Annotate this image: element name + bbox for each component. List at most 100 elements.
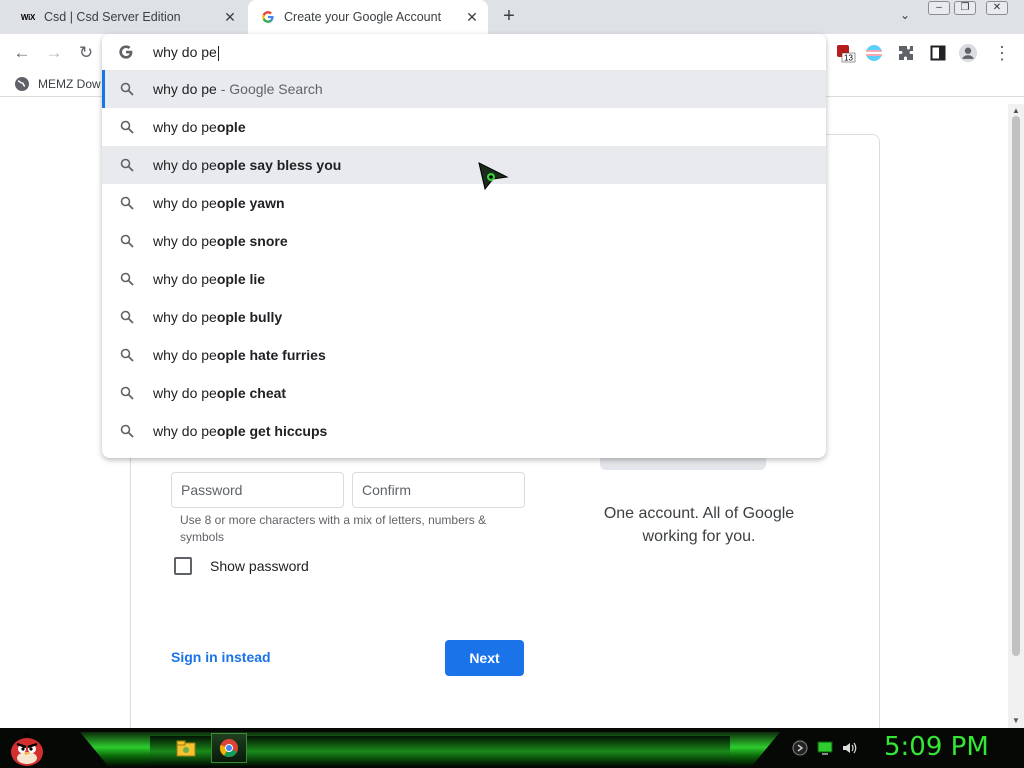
suggestion-completion: ople lie: [216, 271, 266, 287]
suggestion-text: why do people yawn: [153, 195, 285, 211]
search-icon: [120, 310, 134, 324]
side-panel-icon[interactable]: [928, 43, 948, 63]
bookmark-label: MEMZ Dow: [38, 77, 101, 91]
suggestion-item[interactable]: why do people say bless you: [102, 146, 826, 184]
suggestion-completion: ople hate furries: [216, 347, 326, 363]
back-arrow-icon[interactable]: ←: [10, 41, 34, 65]
suggestion-typed: why do pe: [153, 119, 217, 135]
show-password-label: Show password: [210, 558, 309, 574]
suggestion-item[interactable]: why do people snore: [102, 222, 826, 260]
password-hint: Use 8 or more characters with a mix of l…: [180, 513, 487, 544]
close-tab-icon[interactable]: ✕: [462, 7, 482, 27]
minimize-button[interactable]: –: [928, 1, 950, 15]
suggestion-text: why do people cheat: [153, 385, 286, 401]
scrollbar-thumb[interactable]: [1012, 116, 1020, 656]
suggestion-text: why do people: [153, 119, 246, 135]
account-illustration: [600, 458, 766, 470]
profile-avatar-icon[interactable]: [958, 43, 978, 63]
file-explorer-taskbar-button[interactable]: [168, 733, 204, 763]
maximize-button[interactable]: ❐: [954, 1, 976, 15]
svg-text:13: 13: [844, 54, 853, 63]
suggestion-item[interactable]: why do people yawn: [102, 184, 826, 222]
omnibox-input[interactable]: why do pe: [153, 44, 219, 61]
suggestion-text: why do people bully: [153, 309, 282, 325]
tab-title: Create your Google Account: [284, 10, 442, 24]
tray-monitor-icon[interactable]: [817, 740, 833, 756]
google-g-icon: [119, 45, 133, 59]
reload-icon[interactable]: ↻: [74, 41, 98, 65]
close-window-button[interactable]: ✕: [986, 1, 1008, 15]
globe-icon: [15, 77, 29, 91]
suggestion-completion: ople cheat: [216, 385, 287, 401]
suggestion-item[interactable]: why do people cheat: [102, 374, 826, 412]
search-icon: [120, 158, 134, 172]
suggestion-typed: why do pe: [153, 81, 217, 97]
text-caret: [217, 45, 219, 61]
suggestion-typed: why do pe: [153, 233, 217, 249]
suggestion-typed: why do pe: [153, 271, 217, 287]
suggestion-typed: why do pe: [153, 385, 217, 401]
google-favicon-icon: [260, 9, 276, 25]
scroll-down-arrow-icon[interactable]: ▼: [1012, 716, 1020, 725]
omnibox-text: why do pe: [153, 44, 217, 60]
search-icon: [120, 82, 134, 96]
suggestion-text: why do people lie: [153, 271, 265, 287]
tab-search-chevron-icon[interactable]: ⌄: [895, 8, 915, 26]
taskbar-clock[interactable]: 5:09 PM: [884, 732, 989, 762]
suggestion-completion: ople snore: [216, 233, 288, 249]
password-input[interactable]: Password: [171, 472, 344, 508]
suggestion-text: why do pe - Google Search: [153, 81, 323, 97]
suggestion-item[interactable]: why do people lie: [102, 260, 826, 298]
suggestion-item[interactable]: why do people hate furries: [102, 336, 826, 374]
show-password-toggle[interactable]: Show password: [174, 557, 309, 575]
close-tab-icon[interactable]: ✕: [220, 7, 240, 27]
page-scrollbar[interactable]: ▲ ▼: [1008, 104, 1024, 728]
suggestion-completion: ople say bless you: [216, 157, 342, 173]
selection-indicator: [102, 70, 105, 108]
sign-in-instead-link[interactable]: Sign in instead: [171, 649, 271, 665]
suggestion-text: why do people hate furries: [153, 347, 326, 363]
new-tab-button[interactable]: +: [498, 5, 520, 27]
show-password-checkbox[interactable]: [174, 557, 192, 575]
search-icon: [120, 424, 134, 438]
tab-google-account[interactable]: Create your Google Account ✕: [248, 0, 488, 34]
flag-extension-icon[interactable]: [864, 43, 884, 63]
tray-network-icon[interactable]: [792, 740, 808, 756]
suggestion-completion: ople get hiccups: [216, 423, 328, 439]
suggestion-description: - Google Search: [216, 81, 323, 97]
search-icon: [120, 272, 134, 286]
extension-badge-icon[interactable]: 13: [836, 43, 856, 63]
mouse-cursor-icon: [478, 162, 509, 190]
forward-arrow-icon[interactable]: →: [42, 41, 66, 65]
taskbar: 5:09 PM: [0, 728, 1024, 768]
suggestion-typed: why do pe: [153, 195, 217, 211]
omnibox[interactable]: why do pe: [102, 34, 826, 70]
tab-title: Csd | Csd Server Edition: [44, 10, 181, 24]
suggestion-text: why do people snore: [153, 233, 288, 249]
bookmark-memz[interactable]: MEMZ Dow: [14, 76, 101, 92]
confirm-password-input[interactable]: Confirm: [352, 472, 525, 508]
search-icon: [120, 348, 134, 362]
suggestion-item[interactable]: why do people: [102, 108, 826, 146]
suggestion-completion: ople bully: [216, 309, 283, 325]
omnibox-dropdown: why do pe why do pe - Google Search why d…: [102, 34, 826, 458]
promo-tagline: One account. All of Google working for y…: [603, 505, 795, 545]
menu-kebab-icon[interactable]: ⋮: [992, 43, 1012, 63]
angry-bird-start-icon[interactable]: [6, 728, 48, 768]
chrome-taskbar-button[interactable]: [211, 733, 247, 763]
scroll-up-arrow-icon[interactable]: ▲: [1012, 106, 1020, 115]
suggestion-item[interactable]: why do pe - Google Search: [102, 70, 826, 108]
suggestion-item[interactable]: why do people get hiccups: [102, 412, 826, 450]
suggestion-text: why do people say bless you: [153, 157, 341, 173]
suggestion-typed: why do pe: [153, 157, 217, 173]
search-icon: [120, 234, 134, 248]
suggestion-typed: why do pe: [153, 423, 217, 439]
suggestion-item[interactable]: why do people bully: [102, 298, 826, 336]
next-button[interactable]: Next: [445, 640, 524, 676]
suggestion-typed: why do pe: [153, 347, 217, 363]
wix-favicon-icon: WiX: [20, 12, 36, 22]
tray-volume-icon[interactable]: [841, 740, 857, 756]
extensions-puzzle-icon[interactable]: [896, 43, 916, 63]
search-icon: [120, 386, 134, 400]
tab-csd[interactable]: WiX Csd | Csd Server Edition ✕: [8, 0, 246, 34]
